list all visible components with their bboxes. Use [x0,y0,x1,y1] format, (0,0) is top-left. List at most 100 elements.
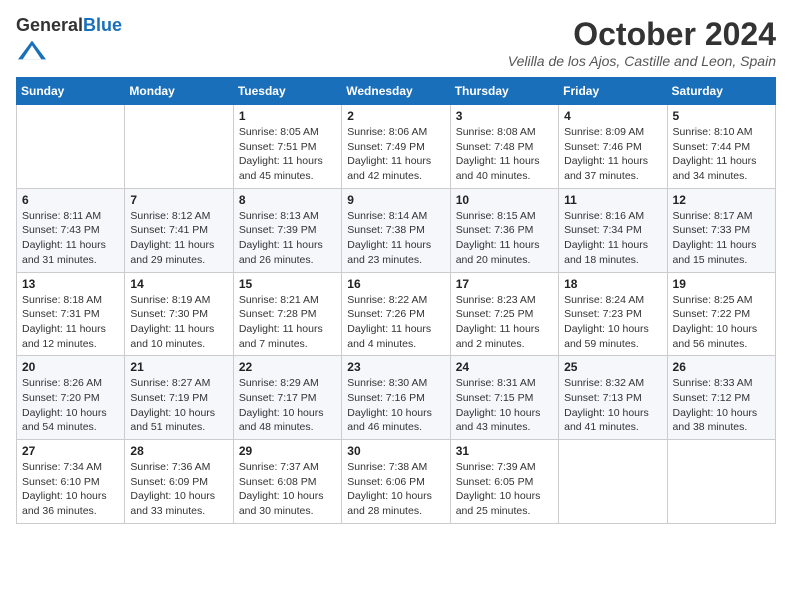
day-number: 8 [239,193,336,207]
calendar-cell: 29Sunrise: 7:37 AMSunset: 6:08 PMDayligh… [233,440,341,524]
calendar-cell [667,440,775,524]
day-number: 24 [456,360,553,374]
day-number: 23 [347,360,444,374]
day-header-friday: Friday [559,78,667,105]
day-number: 6 [22,193,119,207]
day-info: Sunrise: 8:30 AMSunset: 7:16 PMDaylight:… [347,376,444,435]
day-info: Sunrise: 8:14 AMSunset: 7:38 PMDaylight:… [347,209,444,268]
day-info: Sunrise: 8:13 AMSunset: 7:39 PMDaylight:… [239,209,336,268]
calendar-week-row: 6 Sunrise: 8:11 AMSunset: 7:43 PMDaylight… [17,188,776,272]
day-header-sunday: Sunday [17,78,125,105]
day-info: Sunrise: 8:24 AMSunset: 7:23 PMDaylight:… [564,293,661,352]
calendar-cell: 27 Sunrise: 7:34 AMSunset: 6:10 PMDayligh… [17,440,125,524]
page-header: GeneralBlue October 2024 Velilla de los … [16,16,776,69]
calendar-cell: 13 Sunrise: 8:18 AMSunset: 7:31 PMDayligh… [17,272,125,356]
location: Velilla de los Ajos, Castille and Leon, … [508,53,776,69]
day-number: 21 [130,360,227,374]
day-number: 15 [239,277,336,291]
day-info: Sunrise: 8:23 AMSunset: 7:25 PMDaylight:… [456,293,553,352]
day-info: Sunrise: 8:25 AMSunset: 7:22 PMDaylight:… [673,293,770,352]
day-number: 13 [22,277,119,291]
calendar-cell [17,105,125,189]
calendar-cell [559,440,667,524]
day-header-tuesday: Tuesday [233,78,341,105]
day-info: Sunrise: 8:21 AMSunset: 7:28 PMDaylight:… [239,293,336,352]
day-number: 17 [456,277,553,291]
day-info: Sunrise: 8:29 AMSunset: 7:17 PMDaylight:… [239,376,336,435]
calendar-cell: 5 Sunrise: 8:10 AMSunset: 7:44 PMDaylight… [667,105,775,189]
day-number: 7 [130,193,227,207]
day-info: Sunrise: 8:08 AMSunset: 7:48 PMDaylight:… [456,125,553,184]
calendar-cell: 26Sunrise: 8:33 AMSunset: 7:12 PMDayligh… [667,356,775,440]
logo-blue-text: Blue [83,15,122,35]
day-info: Sunrise: 8:10 AMSunset: 7:44 PMDaylight:… [673,125,770,184]
logo-general-text: General [16,15,83,35]
day-info: Sunrise: 8:27 AMSunset: 7:19 PMDaylight:… [130,376,227,435]
day-info: Sunrise: 8:17 AMSunset: 7:33 PMDaylight:… [673,209,770,268]
logo: GeneralBlue [16,16,122,69]
calendar-week-row: 20Sunrise: 8:26 AMSunset: 7:20 PMDayligh… [17,356,776,440]
calendar-week-row: 13 Sunrise: 8:18 AMSunset: 7:31 PMDayligh… [17,272,776,356]
calendar-cell: 21 Sunrise: 8:27 AMSunset: 7:19 PMDayligh… [125,356,233,440]
calendar-cell: 23 Sunrise: 8:30 AMSunset: 7:16 PMDayligh… [342,356,450,440]
calendar-cell: 14Sunrise: 8:19 AMSunset: 7:30 PMDayligh… [125,272,233,356]
day-info: Sunrise: 7:34 AMSunset: 6:10 PMDaylight:… [22,460,119,519]
calendar-cell: 6 Sunrise: 8:11 AMSunset: 7:43 PMDaylight… [17,188,125,272]
day-info: Sunrise: 8:09 AMSunset: 7:46 PMDaylight:… [564,125,661,184]
day-number: 3 [456,109,553,123]
day-number: 16 [347,277,444,291]
calendar-cell: 7 Sunrise: 8:12 AMSunset: 7:41 PMDaylight… [125,188,233,272]
day-number: 30 [347,444,444,458]
day-info: Sunrise: 8:05 AMSunset: 7:51 PMDaylight:… [239,125,336,184]
day-number: 27 [22,444,119,458]
calendar-week-row: 27 Sunrise: 7:34 AMSunset: 6:10 PMDayligh… [17,440,776,524]
day-info: Sunrise: 7:36 AMSunset: 6:09 PMDaylight:… [130,460,227,519]
calendar-cell: 31 Sunrise: 7:39 AMSunset: 6:05 PMDayligh… [450,440,558,524]
day-info: Sunrise: 8:18 AMSunset: 7:31 PMDaylight:… [22,293,119,352]
day-number: 22 [239,360,336,374]
title-block: October 2024 Velilla de los Ajos, Castil… [508,16,776,69]
calendar-cell: 25Sunrise: 8:32 AMSunset: 7:13 PMDayligh… [559,356,667,440]
calendar-cell: 8 Sunrise: 8:13 AMSunset: 7:39 PMDaylight… [233,188,341,272]
calendar-cell: 3 Sunrise: 8:08 AMSunset: 7:48 PMDaylight… [450,105,558,189]
day-number: 31 [456,444,553,458]
day-number: 2 [347,109,444,123]
calendar-cell [125,105,233,189]
day-number: 14 [130,277,227,291]
calendar-cell: 24Sunrise: 8:31 AMSunset: 7:15 PMDayligh… [450,356,558,440]
day-info: Sunrise: 8:12 AMSunset: 7:41 PMDaylight:… [130,209,227,268]
logo-icon [18,36,46,64]
calendar-cell: 19 Sunrise: 8:25 AMSunset: 7:22 PMDayligh… [667,272,775,356]
calendar-header-row: SundayMondayTuesdayWednesdayThursdayFrid… [17,78,776,105]
day-number: 12 [673,193,770,207]
day-info: Sunrise: 8:26 AMSunset: 7:20 PMDaylight:… [22,376,119,435]
day-header-thursday: Thursday [450,78,558,105]
day-number: 19 [673,277,770,291]
calendar-week-row: 1Sunrise: 8:05 AMSunset: 7:51 PMDaylight… [17,105,776,189]
day-header-saturday: Saturday [667,78,775,105]
calendar-cell: 15 Sunrise: 8:21 AMSunset: 7:28 PMDayligh… [233,272,341,356]
day-number: 9 [347,193,444,207]
day-number: 29 [239,444,336,458]
calendar-table: SundayMondayTuesdayWednesdayThursdayFrid… [16,77,776,524]
day-info: Sunrise: 8:32 AMSunset: 7:13 PMDaylight:… [564,376,661,435]
calendar-cell: 17 Sunrise: 8:23 AMSunset: 7:25 PMDayligh… [450,272,558,356]
day-info: Sunrise: 8:33 AMSunset: 7:12 PMDaylight:… [673,376,770,435]
calendar-cell: 12 Sunrise: 8:17 AMSunset: 7:33 PMDayligh… [667,188,775,272]
calendar-cell: 16 Sunrise: 8:22 AMSunset: 7:26 PMDayligh… [342,272,450,356]
day-number: 11 [564,193,661,207]
calendar-cell: 10Sunrise: 8:15 AMSunset: 7:36 PMDayligh… [450,188,558,272]
day-info: Sunrise: 8:11 AMSunset: 7:43 PMDaylight:… [22,209,119,268]
day-header-monday: Monday [125,78,233,105]
calendar-cell: 18Sunrise: 8:24 AMSunset: 7:23 PMDayligh… [559,272,667,356]
day-number: 4 [564,109,661,123]
day-info: Sunrise: 7:38 AMSunset: 6:06 PMDaylight:… [347,460,444,519]
day-number: 5 [673,109,770,123]
day-number: 28 [130,444,227,458]
day-info: Sunrise: 8:15 AMSunset: 7:36 PMDaylight:… [456,209,553,268]
month-title: October 2024 [508,16,776,53]
day-info: Sunrise: 7:39 AMSunset: 6:05 PMDaylight:… [456,460,553,519]
day-info: Sunrise: 8:22 AMSunset: 7:26 PMDaylight:… [347,293,444,352]
day-info: Sunrise: 8:16 AMSunset: 7:34 PMDaylight:… [564,209,661,268]
day-info: Sunrise: 8:06 AMSunset: 7:49 PMDaylight:… [347,125,444,184]
